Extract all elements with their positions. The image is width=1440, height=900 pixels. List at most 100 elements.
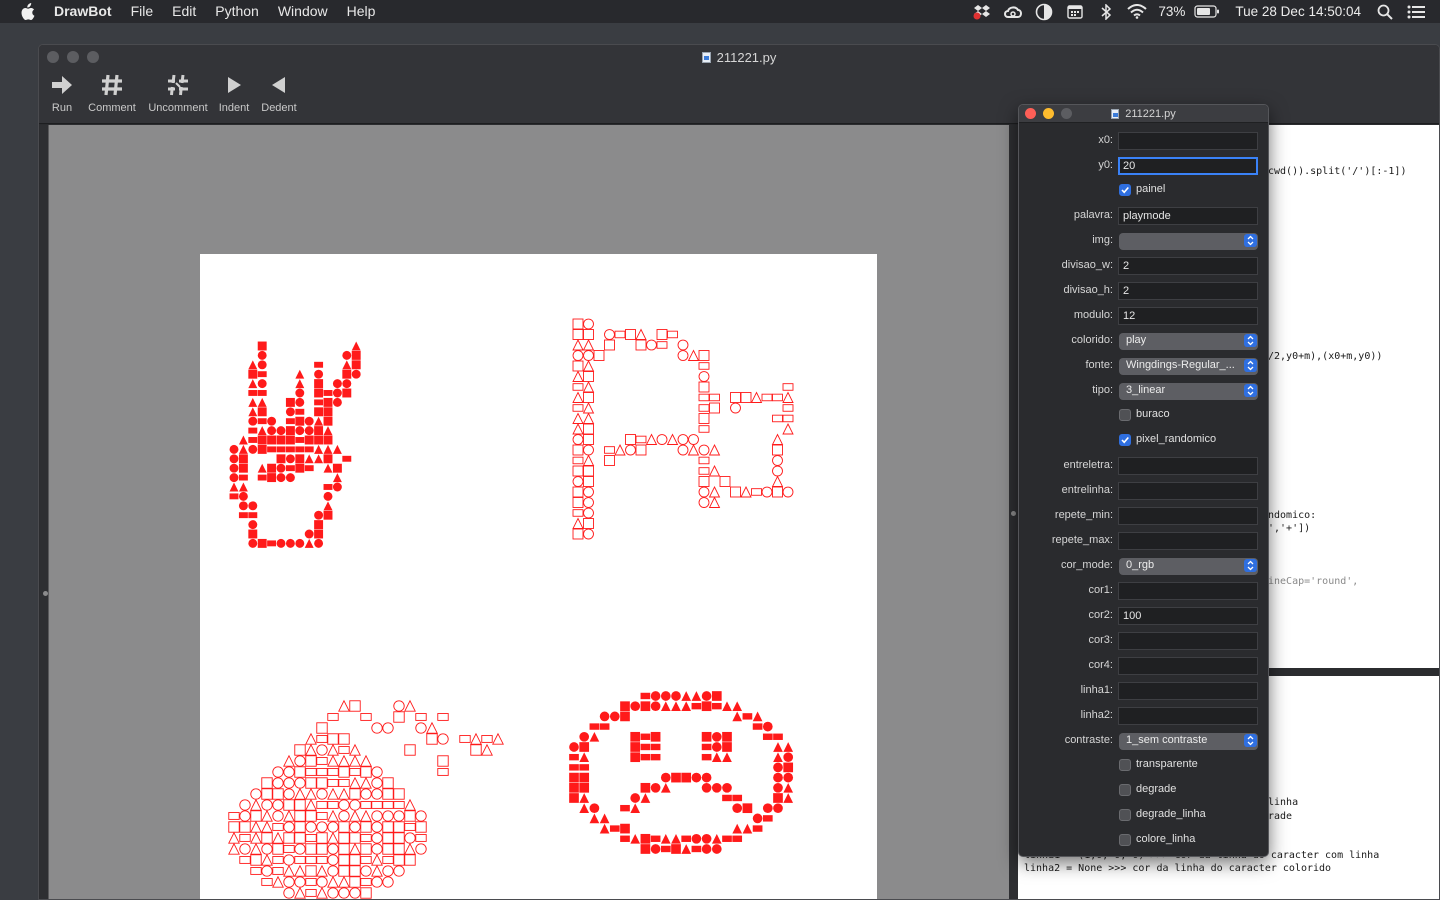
entreletra-field[interactable] (1118, 457, 1258, 475)
glyph-pixel (711, 782, 722, 793)
linha1-field[interactable] (1118, 682, 1258, 700)
entrelinha-field[interactable] (1118, 482, 1258, 500)
glyph-pixel (371, 766, 383, 778)
palette-titlebar[interactable]: 211221.py (1019, 105, 1268, 123)
fonte-select[interactable]: Wingdings-Regular_... (1119, 358, 1258, 375)
zoom-button[interactable] (87, 51, 99, 63)
glyph-pixel (238, 501, 248, 511)
cor2-field[interactable]: 100 (1118, 607, 1258, 625)
glyph-pixel (772, 414, 783, 423)
pixel-randomico-checkbox[interactable] (1119, 434, 1131, 446)
glyph-pixel (261, 853, 273, 866)
glyph-pixel (772, 486, 783, 498)
glyph-pixel (314, 538, 324, 548)
glyph-pixel (646, 339, 657, 351)
palette-row-transparente: transparente (1019, 756, 1268, 776)
glyph-pixel (327, 787, 339, 800)
img-select[interactable] (1119, 233, 1258, 250)
notification-center-icon[interactable] (1406, 4, 1426, 20)
menu-file[interactable]: File (131, 0, 154, 23)
dropbox-icon[interactable] (972, 4, 992, 20)
palette-zoom-button[interactable] (1061, 108, 1072, 119)
repete-min-field[interactable] (1118, 507, 1258, 525)
glyph-pixel (305, 834, 317, 842)
degrade-linha-checkbox[interactable] (1119, 809, 1131, 821)
indent-button[interactable]: Indent (216, 72, 252, 122)
apple-menu-icon[interactable] (19, 2, 37, 21)
glyph-pixel (272, 766, 284, 778)
calendar-icon[interactable] (1065, 4, 1085, 20)
colorido-label: colorido: (1071, 334, 1113, 346)
glyph-pixel (382, 722, 394, 734)
transparente-checkbox[interactable] (1119, 759, 1131, 771)
glyph-pixel (238, 444, 248, 454)
palavra-field[interactable]: playmode (1118, 207, 1258, 225)
divisao-h-field[interactable]: 2 (1118, 282, 1258, 300)
comment-button[interactable]: Comment (85, 72, 139, 122)
drawing-canvas-area[interactable] (48, 125, 1009, 899)
menu-window[interactable]: Window (278, 0, 328, 23)
cor4-field[interactable] (1118, 657, 1258, 675)
window-controls (47, 51, 107, 63)
glyph-pixel (708, 465, 721, 477)
x0-field[interactable] (1118, 132, 1258, 150)
glyph-pixel (276, 473, 286, 483)
glyph-pixel (257, 463, 267, 473)
menu-help[interactable]: Help (347, 0, 376, 23)
dark-mode-icon[interactable] (1034, 3, 1054, 20)
glyph-pixel (314, 369, 324, 379)
glyph-pixel (782, 486, 794, 498)
menu-app-name[interactable]: DrawBot (54, 0, 112, 23)
contraste-select[interactable]: 1_sem contraste (1119, 733, 1258, 750)
x0-label: x0: (1098, 134, 1113, 146)
cor-mode-select[interactable]: 0_rgb (1119, 558, 1258, 575)
window-titlebar[interactable]: 211221.py (39, 45, 1439, 69)
glyph-pixel (730, 402, 741, 414)
wifi-icon[interactable] (1127, 4, 1148, 20)
glyph-pixel (261, 843, 273, 855)
splitter-handle[interactable] (1011, 511, 1016, 516)
glyph-pixel (762, 733, 773, 740)
glyph-pixel (630, 793, 641, 803)
close-button[interactable] (47, 51, 59, 63)
divisao-w-field[interactable]: 2 (1118, 257, 1258, 275)
tipo-select[interactable]: 3_linear (1119, 383, 1258, 400)
clock[interactable]: Tue 28 Dec 14:50:04 (1235, 4, 1361, 19)
y0-field[interactable]: 20 (1118, 157, 1258, 175)
spotlight-search-icon[interactable] (1375, 4, 1395, 20)
glyph-pixel (285, 397, 295, 407)
palette-close-button[interactable] (1025, 108, 1036, 119)
linha2-field[interactable] (1118, 707, 1258, 725)
menu-edit[interactable]: Edit (172, 0, 196, 23)
cor1-field[interactable] (1118, 582, 1258, 600)
left-splitter[interactable] (40, 125, 48, 899)
glyph-pixel (316, 821, 328, 833)
glyph-pixel (620, 711, 630, 722)
glyph-pixel (272, 823, 284, 831)
colore-linha-checkbox[interactable] (1119, 834, 1131, 846)
glyph-pixel (614, 444, 626, 456)
dedent-button[interactable]: Dedent (258, 72, 300, 122)
buraco-checkbox[interactable] (1119, 409, 1131, 421)
glyph-pixel (711, 752, 722, 763)
bluetooth-icon[interactable] (1096, 3, 1116, 20)
palette-row-cor4: cor4: (1019, 656, 1268, 676)
painel-checkbox[interactable] (1119, 184, 1131, 196)
palette-minimize-button[interactable] (1043, 108, 1054, 119)
glyph-pixel (360, 713, 372, 721)
glyph-pixel (761, 486, 773, 498)
contraste-label: contraste: (1064, 734, 1113, 746)
run-button[interactable]: Run (49, 72, 75, 122)
uncomment-button[interactable]: Uncomment (145, 72, 211, 122)
creative-cloud-icon[interactable] (1003, 4, 1023, 20)
minimize-button[interactable] (67, 51, 79, 63)
battery-icon[interactable] (1194, 4, 1220, 20)
menu-python[interactable]: Python (215, 0, 259, 23)
modulo-field[interactable]: 12 (1118, 307, 1258, 325)
colorido-select[interactable]: play (1119, 333, 1258, 350)
cor3-field[interactable] (1118, 632, 1258, 650)
repete-max-field[interactable] (1118, 532, 1258, 550)
degrade-checkbox[interactable] (1119, 784, 1131, 796)
right-splitter[interactable] (1009, 125, 1018, 899)
glyph-pixel (272, 856, 284, 864)
